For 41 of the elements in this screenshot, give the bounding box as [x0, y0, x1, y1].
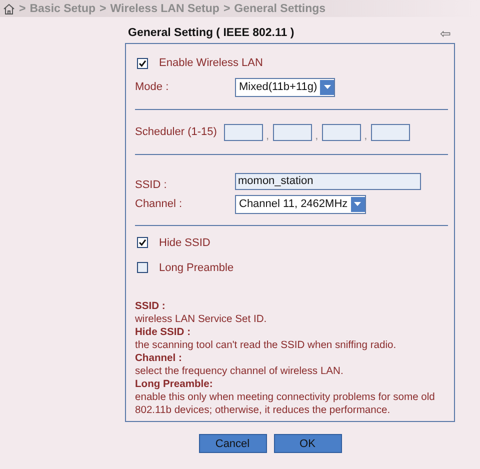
- help-text: select the frequency channel of wireless LAN.: [135, 365, 344, 378]
- checkbox-label: Hide SSID: [159, 236, 210, 248]
- mode-dropdown[interactable]: Mixed(11b+11g): [235, 78, 336, 96]
- cancel-button[interactable]: Cancel: [198, 434, 266, 453]
- scheduler-field[interactable]: [322, 124, 362, 140]
- ok-button[interactable]: OK: [274, 434, 342, 453]
- breadcrumb-item[interactable]: Basic Setup: [30, 2, 96, 14]
- field-label: Mode :: [135, 81, 170, 93]
- field-separator: ,: [266, 130, 270, 142]
- channel-dropdown[interactable]: Channel 11, 2462MHz: [235, 194, 366, 214]
- help-text: wireless LAN Service Set ID.: [135, 313, 268, 326]
- help-term: SSID :: [135, 300, 166, 313]
- back-button[interactable]: ⇦: [440, 26, 451, 40]
- field-separator: ,: [364, 130, 368, 142]
- checkbox-label: Long Preamble: [159, 262, 234, 274]
- home-icon[interactable]: [3, 2, 15, 14]
- check-icon: [139, 60, 146, 66]
- check-icon: [139, 239, 146, 246]
- field-separator: ,: [315, 130, 318, 142]
- scheduler-field[interactable]: [224, 124, 263, 140]
- breadcrumb-item[interactable]: General Settings: [234, 2, 326, 14]
- scheduler-field[interactable]: [371, 124, 410, 140]
- breadcrumb-separator: >: [223, 2, 230, 14]
- breadcrumb-separator: >: [100, 2, 106, 14]
- field-label: Scheduler (1-15): [135, 126, 218, 138]
- checkbox-label: Enable Wireless LAN: [159, 57, 263, 69]
- breadcrumb-item[interactable]: Wireless LAN Setup: [110, 2, 220, 14]
- breadcrumb-separator: >: [19, 2, 26, 14]
- field-label: Channel :: [135, 198, 184, 210]
- help-text: the scanning tool can't read the SSID when sniffing radio.: [135, 339, 398, 352]
- panel-title: General Setting ( IEEE 802.11 ): [128, 27, 294, 39]
- ssid-field[interactable]: momon_station: [235, 172, 421, 190]
- checkbox[interactable]: [137, 58, 148, 68]
- help-term: Channel :: [135, 352, 183, 365]
- scheduler-field[interactable]: [273, 124, 312, 140]
- help-term: Long Preamble:: [135, 378, 214, 391]
- help-term: Hide SSID :: [135, 326, 192, 339]
- field-label: SSID :: [135, 179, 168, 191]
- help-text: enable this only when meeting connectivity problems for some old 802.11b devices; otherwise, it reduces the performance.: [135, 391, 436, 417]
- checkbox[interactable]: [137, 262, 148, 273]
- checkbox[interactable]: [137, 237, 148, 248]
